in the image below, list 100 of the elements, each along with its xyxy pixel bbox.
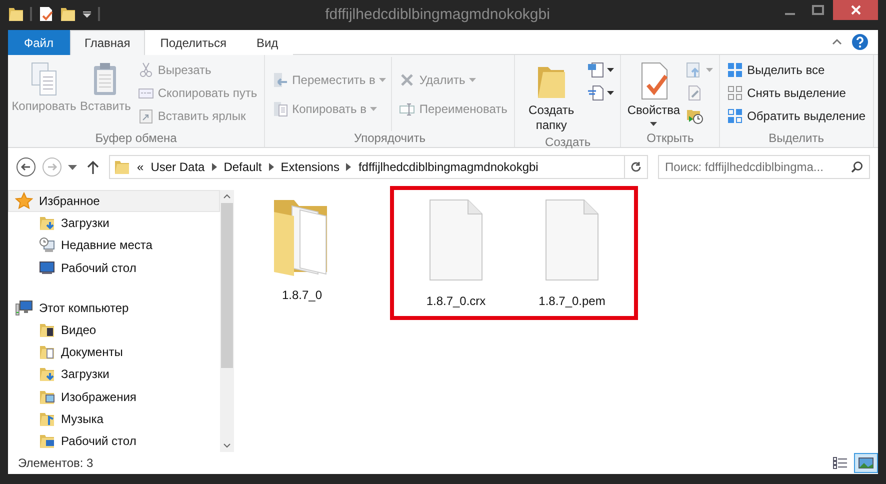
ribbon-group-label: Создать [544, 135, 592, 149]
scissors-icon [138, 62, 154, 78]
nav-item[interactable]: Недавние места [8, 234, 220, 256]
scrollbar[interactable] [220, 190, 234, 452]
nav-item-label: Загрузки [61, 216, 110, 230]
ribbon-group-label: Буфер обмена [94, 131, 178, 147]
nav-item-label: Изображения [61, 390, 136, 404]
caret-icon [379, 78, 386, 82]
file-name: 1.8.7_0 [282, 288, 322, 302]
breadcrumb[interactable]: Default [224, 160, 262, 174]
invert-selection-icon [727, 108, 744, 124]
caret-icon [607, 68, 614, 72]
chevron-icon[interactable] [268, 163, 274, 171]
easy-access-icon [587, 84, 606, 100]
caret-icon [650, 122, 658, 126]
file-item[interactable]: 1.8.7_0 [254, 190, 350, 302]
nav-item[interactable]: Документы [8, 341, 220, 364]
nav-item[interactable]: Этот компьютер [8, 296, 220, 320]
nav-item[interactable]: Музыка [8, 408, 220, 430]
desktop-folder-icon [39, 432, 55, 449]
nav-item[interactable]: Загрузки [8, 363, 220, 386]
history-icon [686, 108, 704, 124]
minimize-icon [785, 13, 795, 15]
select-all-icon [727, 62, 744, 78]
file-item[interactable]: 1.8.7_0.pem [524, 196, 620, 308]
recent-locations-icon[interactable] [68, 164, 77, 170]
up-arrow-icon[interactable] [87, 160, 99, 174]
breadcrumb[interactable]: User Data [150, 160, 205, 174]
pictures-folder-icon [39, 388, 55, 405]
help-icon[interactable] [852, 34, 868, 50]
scrollbar-thumb[interactable] [221, 203, 233, 368]
large-icons-view-button[interactable] [854, 453, 878, 473]
ribbon-button[interactable]: Снять выделение [724, 82, 869, 103]
refresh-icon [630, 161, 642, 173]
downloads-folder-icon [39, 366, 55, 382]
cross-icon [399, 72, 416, 88]
ribbon-button[interactable]: Обратить выделение [724, 105, 869, 126]
ribbon-group-label: Выделить [768, 131, 825, 147]
folder-icon [114, 159, 130, 175]
window-title: fdffijlhedcdiblbingmagmdnokokgbi [324, 5, 551, 23]
nav-item-label: Видео [61, 323, 96, 338]
nav-item[interactable]: Рабочий стол [8, 430, 220, 452]
nav-item-label: Рабочий стол [61, 260, 136, 275]
file-name: 1.8.7_0.pem [538, 294, 606, 308]
large-icons-view-icon [858, 456, 874, 470]
collapse-ribbon-icon[interactable] [832, 38, 842, 46]
ribbon-group-label: Открыть [646, 131, 695, 147]
computer-icon [15, 300, 33, 316]
chevron-icon[interactable] [212, 163, 217, 171]
ribbon-button[interactable]: Создать папку [519, 59, 584, 135]
shortcut-icon [138, 108, 154, 124]
search-field[interactable]: Поиск: fdffijlhedcdiblbingma... [658, 155, 870, 179]
nav-item-label: Загрузки [61, 367, 110, 382]
nav-item-label: Этот компьютер [39, 300, 129, 315]
ribbon-tab[interactable]: Файл [8, 30, 70, 55]
close-icon [850, 5, 860, 15]
rename-icon [399, 100, 416, 116]
nav-item-label: Недавние места [61, 238, 152, 252]
scroll-down-icon[interactable] [223, 443, 231, 448]
nav-item-label: Рабочий стол [61, 434, 136, 448]
nav-item[interactable]: Избранное [8, 190, 220, 212]
dropdown-icon[interactable] [82, 9, 92, 19]
nav-item[interactable]: Загрузки [8, 212, 220, 234]
caret-icon [607, 90, 614, 94]
scroll-up-icon[interactable] [223, 194, 231, 199]
search-icon [851, 161, 863, 173]
ribbon-button[interactable]: Свойства [625, 59, 682, 128]
details-view-icon [832, 456, 848, 470]
breadcrumb[interactable]: Extensions [280, 160, 340, 174]
folder-icon [8, 6, 24, 22]
recent-places-icon [39, 237, 55, 254]
move-icon [272, 72, 288, 88]
caret-icon [370, 106, 378, 110]
nav-item[interactable]: Видео [8, 319, 220, 342]
caret-icon [469, 78, 476, 82]
file-item[interactable]: 1.8.7_0.crx [408, 196, 504, 308]
properties-icon[interactable] [38, 6, 54, 22]
file-name: 1.8.7_0.crx [426, 294, 486, 308]
music-folder-icon [39, 410, 55, 427]
address-field[interactable]: « User Data Default Extensions fdffijlhedcdiblbingmagmdnokokgbi [109, 155, 648, 179]
ribbon-tab[interactable]: Главная [70, 30, 146, 55]
nav-item-label: Избранное [39, 194, 100, 208]
downloads-folder-icon [39, 215, 55, 232]
new-item-icon [587, 62, 606, 78]
ribbon-button[interactable]: Выделить все [724, 59, 869, 80]
nav-item-label: Документы [61, 345, 123, 360]
star-icon [15, 192, 33, 210]
desktop-icon [39, 260, 55, 276]
documents-folder-icon [39, 344, 55, 360]
nav-item[interactable]: Рабочий стол [8, 256, 220, 279]
nav-item[interactable]: Изображения [8, 385, 220, 408]
chevron-icon[interactable] [346, 163, 352, 171]
breadcrumb[interactable]: fdffijlhedcdiblbingmagmdnokokgbi [358, 160, 538, 174]
back-button[interactable] [16, 157, 36, 177]
select-none-icon [727, 84, 744, 100]
overflow-chevron[interactable]: « [137, 160, 144, 174]
item-count: Элементов: 3 [18, 456, 94, 470]
close-button[interactable] [833, 0, 878, 20]
new-folder-icon[interactable] [60, 6, 76, 22]
video-folder-icon [39, 322, 55, 338]
